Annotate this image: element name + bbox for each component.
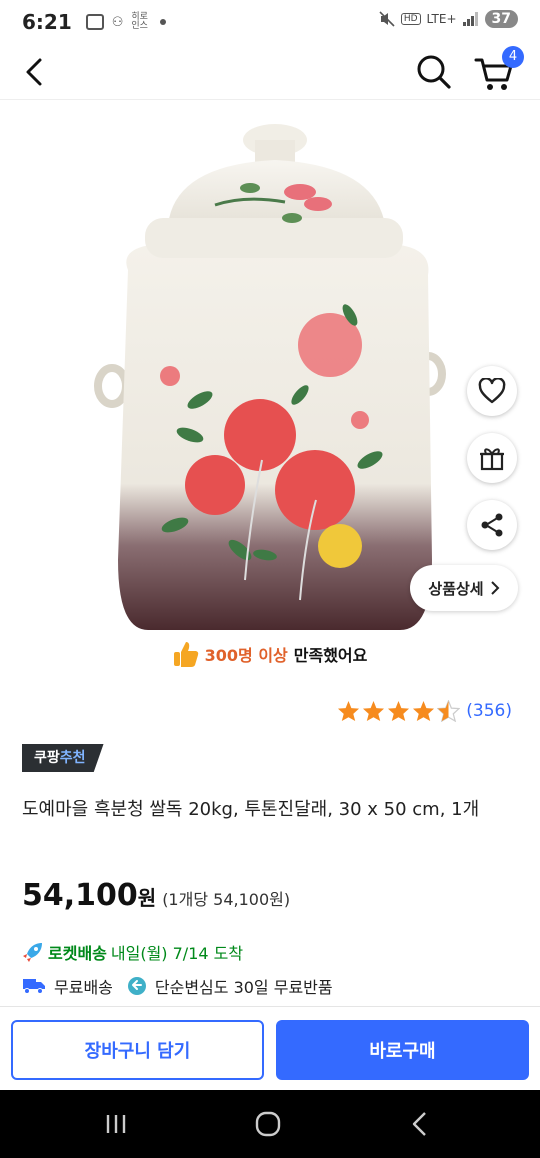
back-button[interactable] [18,54,54,90]
star-full-icon [388,700,410,722]
recent-apps-button[interactable] [96,1108,136,1140]
badge-prefix: 쿠팡 [34,750,60,766]
gift-icon [480,448,504,471]
rocket-icon [23,943,42,962]
service-info: 무료배송 단순변심도 30일 무료반품 [22,974,333,998]
price-currency: 원 [137,886,157,910]
product-image-carousel[interactable] [0,100,540,630]
battery-icon: 37 [484,10,518,28]
price-row: 54,100원 (1개당 54,100원) [22,878,290,913]
status-system-icons: HD LTE+ 37 [379,10,518,28]
app-icon: ⚇ [111,14,124,30]
bottom-action-bar: 장바구니 담기 바로구매 [0,1006,540,1090]
free-shipping-label: 무료배송 [54,978,113,997]
status-bar: 6:21 ⚇ 히로 인스 HD LTE+ 37 [0,0,540,44]
product-detail-button[interactable]: 상품상세 [410,565,518,611]
chevron-right-icon [490,581,500,595]
price-value: 54,100 [22,878,138,913]
system-back-button[interactable] [400,1108,440,1140]
satisfaction-banner: 300명 이상 만족했어요 [0,636,540,672]
price-amount: 54,100원 [22,878,156,913]
status-notification-icons: ⚇ 히로 인스 [85,12,166,31]
more-notifications-icon [159,19,166,25]
network-type: LTE+ [426,12,457,26]
chevron-left-icon [26,58,42,86]
return-icon [127,977,146,995]
thumbs-up-icon [173,642,198,667]
app-header: 4 [0,44,540,100]
badge-accent: 추천 [59,750,86,766]
search-button[interactable] [414,52,454,92]
share-button[interactable] [467,500,517,550]
screenshot-icon [85,14,104,30]
home-icon [255,1111,281,1137]
add-to-cart-button[interactable]: 장바구니 담기 [11,1020,264,1080]
star-half-icon [437,700,461,722]
buy-now-button[interactable]: 바로구매 [276,1020,529,1080]
recent-apps-icon [106,1115,126,1133]
arrival-date: 내일(월) 7/14 도착 [110,944,244,963]
rating-summary[interactable]: (356) [337,700,512,722]
system-navigation-bar [0,1090,540,1158]
satisfaction-text: 만족했어요 [293,646,368,665]
coupang-recommended-badge: 쿠팡추천 [22,744,104,772]
rocket-delivery-info: 로켓배송 내일(월) 7/14 도착 [22,940,243,964]
wishlist-button[interactable] [467,366,517,416]
star-full-icon [338,700,360,722]
unit-price: (1개당 54,100원) [162,890,291,909]
cart-button[interactable]: 4 [472,46,524,94]
signal-icon [462,12,478,26]
rocket-delivery-label: 로켓배송 [48,944,107,963]
product-detail-label: 상품상세 [428,579,484,598]
review-count[interactable]: (356) [466,701,512,721]
gift-button[interactable] [467,433,517,483]
hd-voice-icon: HD [400,13,421,25]
star-full-icon [413,700,435,722]
home-button[interactable] [248,1108,288,1140]
rice-jar-image [94,124,446,630]
share-icon [481,513,503,537]
star-full-icon [363,700,385,722]
return-policy-label: 단순변심도 30일 무료반품 [154,978,333,997]
status-app-label: 히로 인스 [131,12,148,31]
search-icon [417,55,451,89]
mute-icon [379,11,395,27]
satisfaction-count: 300명 이상 [204,646,288,665]
product-title: 도예마을 흑분청 쌀독 20kg, 투톤진달래, 30 x 50 cm, 1개 [22,799,480,820]
cart-count-badge: 4 [502,46,524,68]
truck-icon [23,979,45,994]
back-arrow-icon [412,1112,426,1136]
heart-icon [478,378,506,404]
rating-stars [337,700,461,722]
status-time: 6:21 [22,10,72,34]
